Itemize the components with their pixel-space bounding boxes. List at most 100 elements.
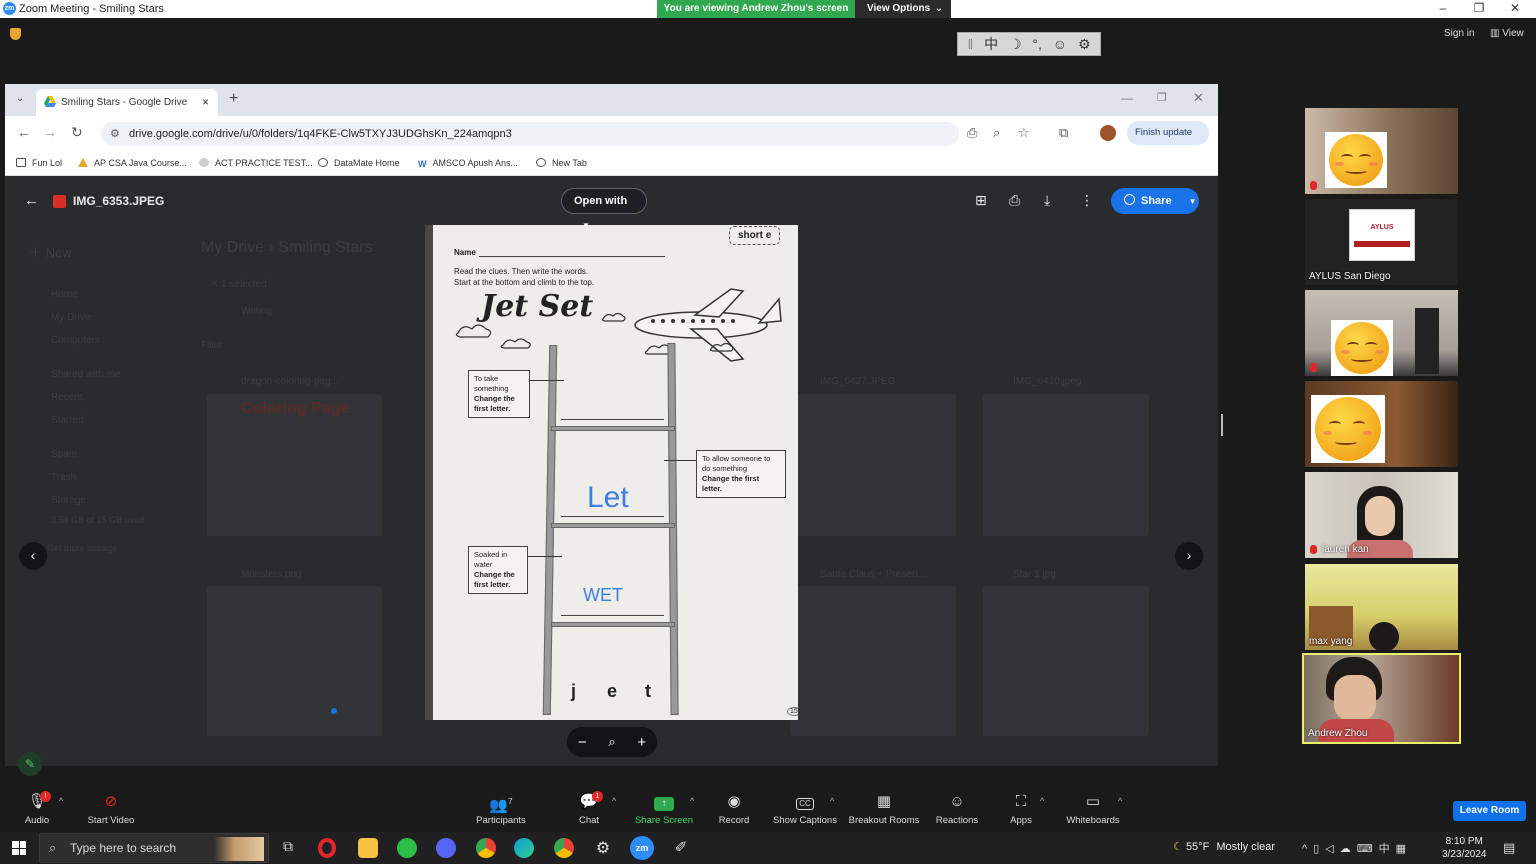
restore-button[interactable]: ❐ (1461, 0, 1497, 18)
share-screen-button[interactable]: ↑ Share Screen (634, 794, 694, 826)
chrome-profile-icon[interactable] (554, 838, 574, 858)
gear-icon[interactable]: ⚙ (1078, 36, 1091, 53)
speaker-icon[interactable]: ◁ (1325, 843, 1339, 855)
address-bar[interactable]: ⚙ drive.google.com/drive/u/0/folders/1q4… (101, 122, 959, 146)
folder-writing[interactable]: Writing (241, 306, 272, 317)
reload-icon[interactable]: ↻ (71, 124, 83, 141)
splitter-handle[interactable] (1221, 414, 1223, 436)
bookmark-star-icon[interactable]: ☆ (1018, 125, 1030, 141)
chat-options-caret[interactable]: ^ (612, 796, 616, 806)
more-actions-icon[interactable]: ⋮ (1080, 192, 1094, 209)
zoom-out-button[interactable]: − (578, 734, 587, 751)
file-name[interactable]: Santa Claus + Presen... (820, 569, 926, 580)
file-thumbnail[interactable] (983, 586, 1149, 736)
paint-icon[interactable]: ✐ (671, 838, 691, 858)
previous-image-button[interactable]: ‹ (19, 542, 47, 570)
leave-room-button[interactable]: Leave Room (1453, 801, 1526, 821)
audio-options-caret[interactable]: ^ (59, 796, 63, 806)
minimize-icon[interactable]: — (1121, 91, 1133, 105)
new-tab-button[interactable]: + (229, 90, 238, 108)
file-thumbnail[interactable] (983, 394, 1149, 536)
participant-tile[interactable] (1305, 381, 1458, 467)
chat-button[interactable]: 💬 1 Chat (572, 791, 606, 826)
file-thumbnail[interactable] (790, 394, 956, 536)
next-image-button[interactable]: › (1175, 542, 1203, 570)
reactions-button[interactable]: ☺ Reactions (934, 794, 980, 827)
view-button[interactable]: ▥ View (1490, 28, 1524, 39)
keyboard-icon[interactable]: ⌨ (1357, 843, 1379, 855)
chrome-icon[interactable] (476, 838, 496, 858)
breakout-rooms-button[interactable]: ▦ Breakout Rooms (848, 794, 920, 827)
annotate-pencil-icon[interactable]: ✎ (18, 752, 42, 776)
share-options-caret[interactable]: ^ (690, 796, 694, 806)
usb-icon[interactable]: ▯ (1313, 843, 1325, 855)
participant-tile[interactable]: lauren kan (1305, 472, 1458, 558)
view-options-button[interactable]: View Options ⌄ (855, 0, 951, 18)
zoom-app-icon[interactable]: zm (630, 836, 654, 860)
moon-icon[interactable]: ☽ (1009, 36, 1022, 53)
punctuation-icon[interactable]: °, (1032, 36, 1042, 52)
discord-icon[interactable] (436, 838, 456, 858)
back-arrow-icon[interactable]: ← (17, 124, 31, 140)
file-name[interactable]: Star 1.jpg (1013, 569, 1056, 580)
start-video-button[interactable]: ⊘ Start Video (84, 794, 138, 827)
get-storage-button[interactable]: Get more storage (47, 543, 117, 553)
add-comment-icon[interactable]: ⊞ (975, 192, 987, 209)
zoom-in-button[interactable]: + (637, 734, 646, 751)
participants-button[interactable]: 👥7 Participants (474, 794, 528, 826)
bookmark-act-practice[interactable]: ACT PRACTICE TEST... (199, 158, 313, 168)
apps-button[interactable]: ⛶ Apps (1008, 794, 1034, 827)
browser-tab[interactable]: Smiling Stars - Google Drive × (36, 89, 218, 116)
file-name[interactable]: IMG_6410.jpeg (1013, 376, 1081, 387)
back-arrow-icon[interactable]: ← (24, 192, 39, 209)
new-button[interactable]: ＋ New (29, 242, 72, 261)
magnifier-icon[interactable]: ⌕ (608, 734, 615, 750)
system-tray[interactable]: ^▯◁☁⌨中▦ (1302, 840, 1412, 856)
close-button[interactable]: ✕ (1497, 0, 1533, 18)
extensions-icon[interactable]: ⧉ (1059, 125, 1068, 141)
captions-options-caret[interactable]: ^ (830, 796, 834, 806)
weather-widget[interactable]: ☾ 55°F Mostly clear (1173, 840, 1275, 853)
file-name[interactable]: Monsters.png (241, 569, 302, 580)
profile-avatar[interactable] (1100, 125, 1116, 141)
install-app-icon[interactable]: ⎙ (967, 125, 977, 141)
finish-update-button[interactable]: Finish update ⋮ (1127, 121, 1209, 162)
print-icon[interactable]: ⎙ (1009, 192, 1020, 209)
apps-options-caret[interactable]: ^ (1040, 796, 1044, 806)
close-tab-icon[interactable]: × (202, 95, 209, 109)
file-thumbnail[interactable]: Coloring Page (207, 394, 382, 536)
file-thumbnail[interactable] (207, 586, 382, 736)
settings-gear-icon[interactable]: ⚙ (593, 838, 613, 858)
participant-tile[interactable]: AYLUS AYLUS San Diego (1305, 199, 1458, 285)
emoji-icon[interactable]: ☺ (1053, 36, 1067, 52)
restore-icon[interactable]: ❐ (1157, 91, 1167, 104)
whiteboards-button[interactable]: ▭ Whiteboards (1062, 794, 1124, 827)
share-button[interactable]: Share ▼ (1111, 188, 1199, 214)
sign-in-button[interactable]: Sign in (1444, 28, 1475, 39)
wechat-icon[interactable] (397, 838, 417, 858)
site-info-icon[interactable]: ⚙ (110, 122, 120, 146)
cloud-icon[interactable]: ☁ (1340, 843, 1357, 855)
minimize-button[interactable]: – (1425, 0, 1461, 18)
input-grid-icon[interactable]: ▦ (1396, 843, 1412, 855)
tab-search-icon[interactable]: ⌄ (16, 93, 24, 104)
bookmark-new-tab[interactable]: New Tab (536, 158, 587, 168)
file-thumbnail[interactable] (790, 586, 956, 736)
task-view-icon[interactable]: ⧉ (278, 838, 298, 858)
file-name[interactable]: dragon-coloring-pag... (241, 376, 339, 387)
edge-icon[interactable] (514, 838, 534, 858)
participant-tile-active[interactable]: Andrew Zhou (1302, 653, 1461, 744)
file-explorer-icon[interactable] (358, 838, 378, 858)
forward-arrow-icon[interactable]: → (43, 124, 57, 140)
bookmark-ap-csa[interactable]: AP CSA Java Course... (78, 158, 187, 168)
open-with-button[interactable]: Open with ▼ (561, 188, 647, 230)
audio-button[interactable]: 🎙! Audio (20, 791, 54, 826)
file-name[interactable]: IMG_6427.JPEG (820, 376, 896, 387)
shield-icon[interactable] (10, 28, 21, 40)
bookmark-datamate[interactable]: DataMate Home (318, 158, 400, 168)
ime-language[interactable]: 中 (1379, 843, 1396, 855)
participant-tile[interactable] (1305, 290, 1458, 376)
zoom-icon[interactable]: ⌕ (993, 125, 1000, 141)
download-icon[interactable]: ⤓ (1044, 192, 1050, 209)
taskbar-search-input[interactable]: ⌕ Type here to search (39, 833, 269, 863)
